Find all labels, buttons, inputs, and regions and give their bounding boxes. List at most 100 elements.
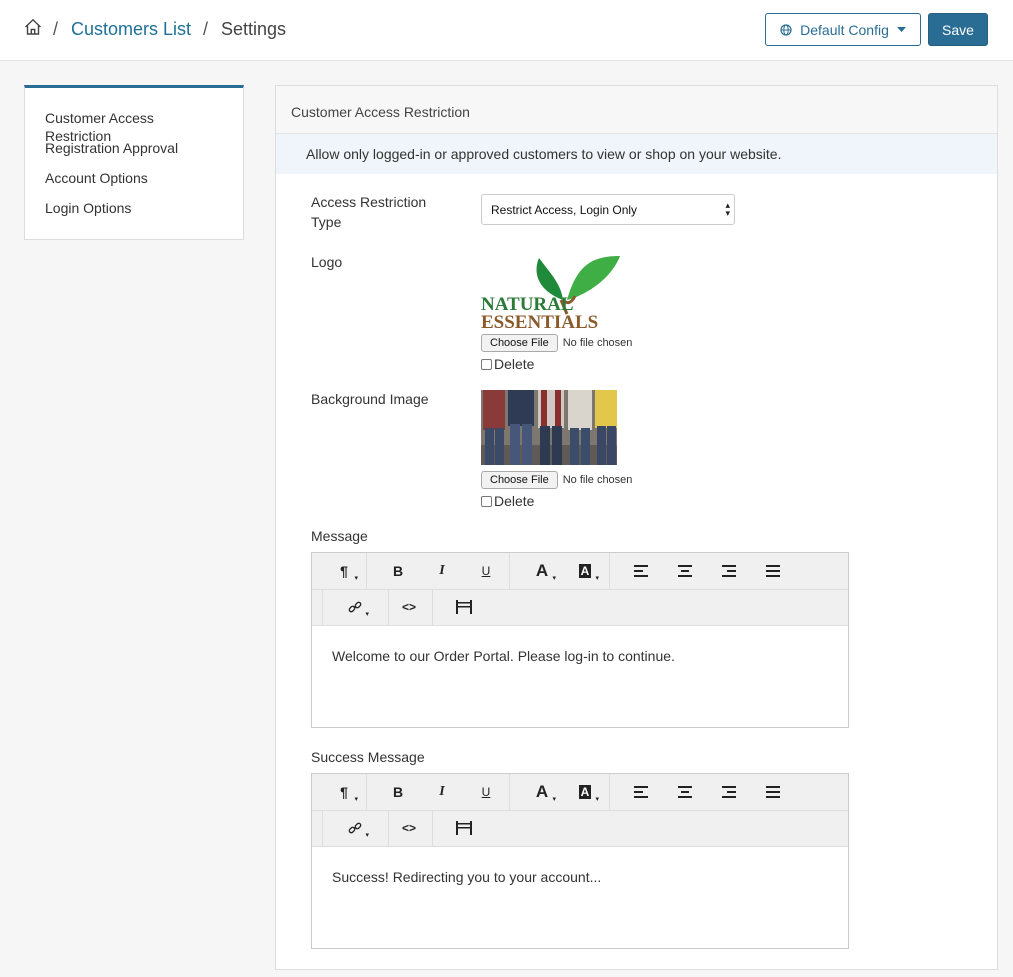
- message-label: Message: [311, 528, 368, 544]
- align-center-button[interactable]: [671, 780, 699, 804]
- paragraph-style-button[interactable]: ¶ ▾: [330, 559, 358, 583]
- background-color-icon: A: [578, 564, 592, 578]
- editor-toolbar-row: ▾ <>: [312, 590, 848, 626]
- access-restriction-label-line1: Access Restriction: [311, 194, 427, 210]
- italic-icon: I: [439, 563, 445, 578]
- font-color-button[interactable]: A ▾: [528, 780, 556, 804]
- default-config-dropdown[interactable]: Default Config: [765, 13, 921, 46]
- sidebar-item-registration-approval[interactable]: Registration Approval: [25, 139, 243, 169]
- message-editor-content[interactable]: Welcome to our Order Portal. Please log-…: [312, 626, 848, 686]
- link-icon: [348, 601, 362, 613]
- align-center-icon: [678, 565, 692, 577]
- link-icon: [348, 822, 362, 834]
- logo-choose-file-button[interactable]: Choose File: [481, 334, 558, 352]
- align-left-button[interactable]: [627, 780, 655, 804]
- default-config-label: Default Config: [800, 21, 889, 38]
- success-message-editor: ¶ ▾ B I U A ▾ A ▾ ▾ <> Success! Redirect…: [311, 773, 849, 949]
- access-restriction-label-line2: Type: [311, 214, 342, 230]
- italic-button[interactable]: I: [428, 559, 456, 583]
- background-choose-file-button[interactable]: Choose File: [481, 471, 558, 489]
- background-image-label: Background Image: [311, 391, 429, 407]
- align-left-icon: [634, 565, 648, 577]
- breadcrumb-current: Settings: [221, 19, 287, 39]
- background-color-button[interactable]: A ▾: [571, 559, 599, 583]
- save-button[interactable]: Save: [928, 13, 988, 46]
- background-delete-row: Delete: [481, 493, 534, 509]
- link-button[interactable]: ▾: [341, 816, 369, 840]
- justify-button[interactable]: [759, 559, 787, 583]
- underline-button[interactable]: U: [472, 780, 500, 804]
- align-right-icon: [722, 786, 736, 798]
- logo-file-input: Choose File No file chosen: [481, 334, 632, 352]
- code-view-button[interactable]: <>: [395, 595, 423, 619]
- people-photo-icon: [481, 390, 617, 465]
- caret-down-icon: [896, 26, 906, 32]
- logo-brand-line2: ESSENTIALS: [481, 312, 598, 330]
- access-restriction-label: Access Restriction Type: [311, 192, 426, 232]
- settings-sidebar: Customer Access Restriction Registration…: [24, 85, 244, 240]
- breadcrumb-separator: /: [203, 19, 209, 39]
- logo-label: Logo: [311, 254, 343, 270]
- bold-button[interactable]: B: [384, 780, 412, 804]
- align-right-button[interactable]: [715, 780, 743, 804]
- align-left-button[interactable]: [627, 559, 655, 583]
- align-center-icon: [678, 786, 692, 798]
- success-message-editor-content[interactable]: Success! Redirecting you to your account…: [312, 847, 848, 907]
- background-image-preview: [481, 390, 617, 465]
- sidebar-item-account-options[interactable]: Account Options: [25, 169, 243, 199]
- logo-preview: NATURAL ESSENTIALS: [481, 254, 623, 333]
- horizontal-rule-button[interactable]: [450, 595, 478, 619]
- background-color-button[interactable]: A ▾: [571, 780, 599, 804]
- background-file-input: Choose File No file chosen: [481, 471, 632, 489]
- font-color-button[interactable]: A ▾: [528, 559, 556, 583]
- background-no-file-text: No file chosen: [562, 474, 633, 486]
- logo-delete-checkbox[interactable]: [481, 358, 492, 370]
- logo-no-file-text: No file chosen: [562, 337, 633, 349]
- background-delete-checkbox[interactable]: [481, 495, 492, 507]
- breadcrumb-customers-list[interactable]: Customers List: [71, 19, 191, 40]
- sidebar-item-login-options[interactable]: Login Options: [25, 199, 243, 229]
- panel-title: Customer Access Restriction: [276, 86, 997, 134]
- message-editor: ¶ ▾ B I U A ▾ A ▾ ▾ <> Welcome to our Or…: [311, 552, 849, 728]
- leaf-logo-icon: NATURAL ESSENTIALS: [481, 256, 620, 333]
- access-restriction-selected: Restrict Access, Login Only: [491, 203, 638, 217]
- font-color-icon: A: [535, 782, 549, 801]
- access-restriction-select[interactable]: Restrict Access, Login Only ▴ ▾: [481, 194, 735, 225]
- italic-button[interactable]: I: [428, 780, 456, 804]
- paragraph-icon: ¶: [340, 784, 348, 800]
- font-color-icon: A: [535, 561, 549, 580]
- underline-icon: U: [481, 785, 491, 799]
- underline-icon: U: [481, 564, 491, 578]
- justify-button[interactable]: [759, 780, 787, 804]
- code-view-button[interactable]: <>: [395, 816, 423, 840]
- editor-toolbar-row: ▾ <>: [312, 811, 848, 847]
- sidebar-item-customer-access-restriction[interactable]: Customer Access Restriction: [25, 109, 243, 144]
- logo-delete-label: Delete: [494, 356, 535, 372]
- panel-description: Allow only logged-in or approved custome…: [276, 134, 997, 174]
- editor-toolbar-row: ¶ ▾ B I U A ▾ A ▾: [312, 774, 848, 811]
- home-icon[interactable]: [24, 18, 42, 36]
- horizontal-rule-button[interactable]: [450, 816, 478, 840]
- globe-icon: [780, 23, 792, 36]
- align-center-button[interactable]: [671, 559, 699, 583]
- success-message-label: Success Message: [311, 749, 425, 765]
- paragraph-icon: ¶: [340, 563, 348, 579]
- bold-icon: B: [392, 563, 404, 579]
- background-delete-label: Delete: [494, 493, 535, 509]
- paragraph-style-button[interactable]: ¶ ▾: [330, 780, 358, 804]
- horizontal-rule-icon: [456, 821, 472, 835]
- breadcrumb-separator: /: [53, 19, 59, 39]
- code-icon: <>: [401, 600, 416, 614]
- select-arrows-icon: ▴ ▾: [725, 200, 730, 218]
- top-bar: / Customers List / Settings Default Conf…: [0, 0, 1013, 61]
- justify-icon: [766, 786, 780, 798]
- align-right-button[interactable]: [715, 559, 743, 583]
- link-button[interactable]: ▾: [341, 595, 369, 619]
- bold-button[interactable]: B: [384, 559, 412, 583]
- underline-button[interactable]: U: [472, 559, 500, 583]
- code-icon: <>: [401, 821, 416, 835]
- background-color-icon: A: [578, 785, 592, 799]
- italic-icon: I: [439, 784, 445, 799]
- align-right-icon: [722, 565, 736, 577]
- logo-delete-row: Delete: [481, 356, 534, 372]
